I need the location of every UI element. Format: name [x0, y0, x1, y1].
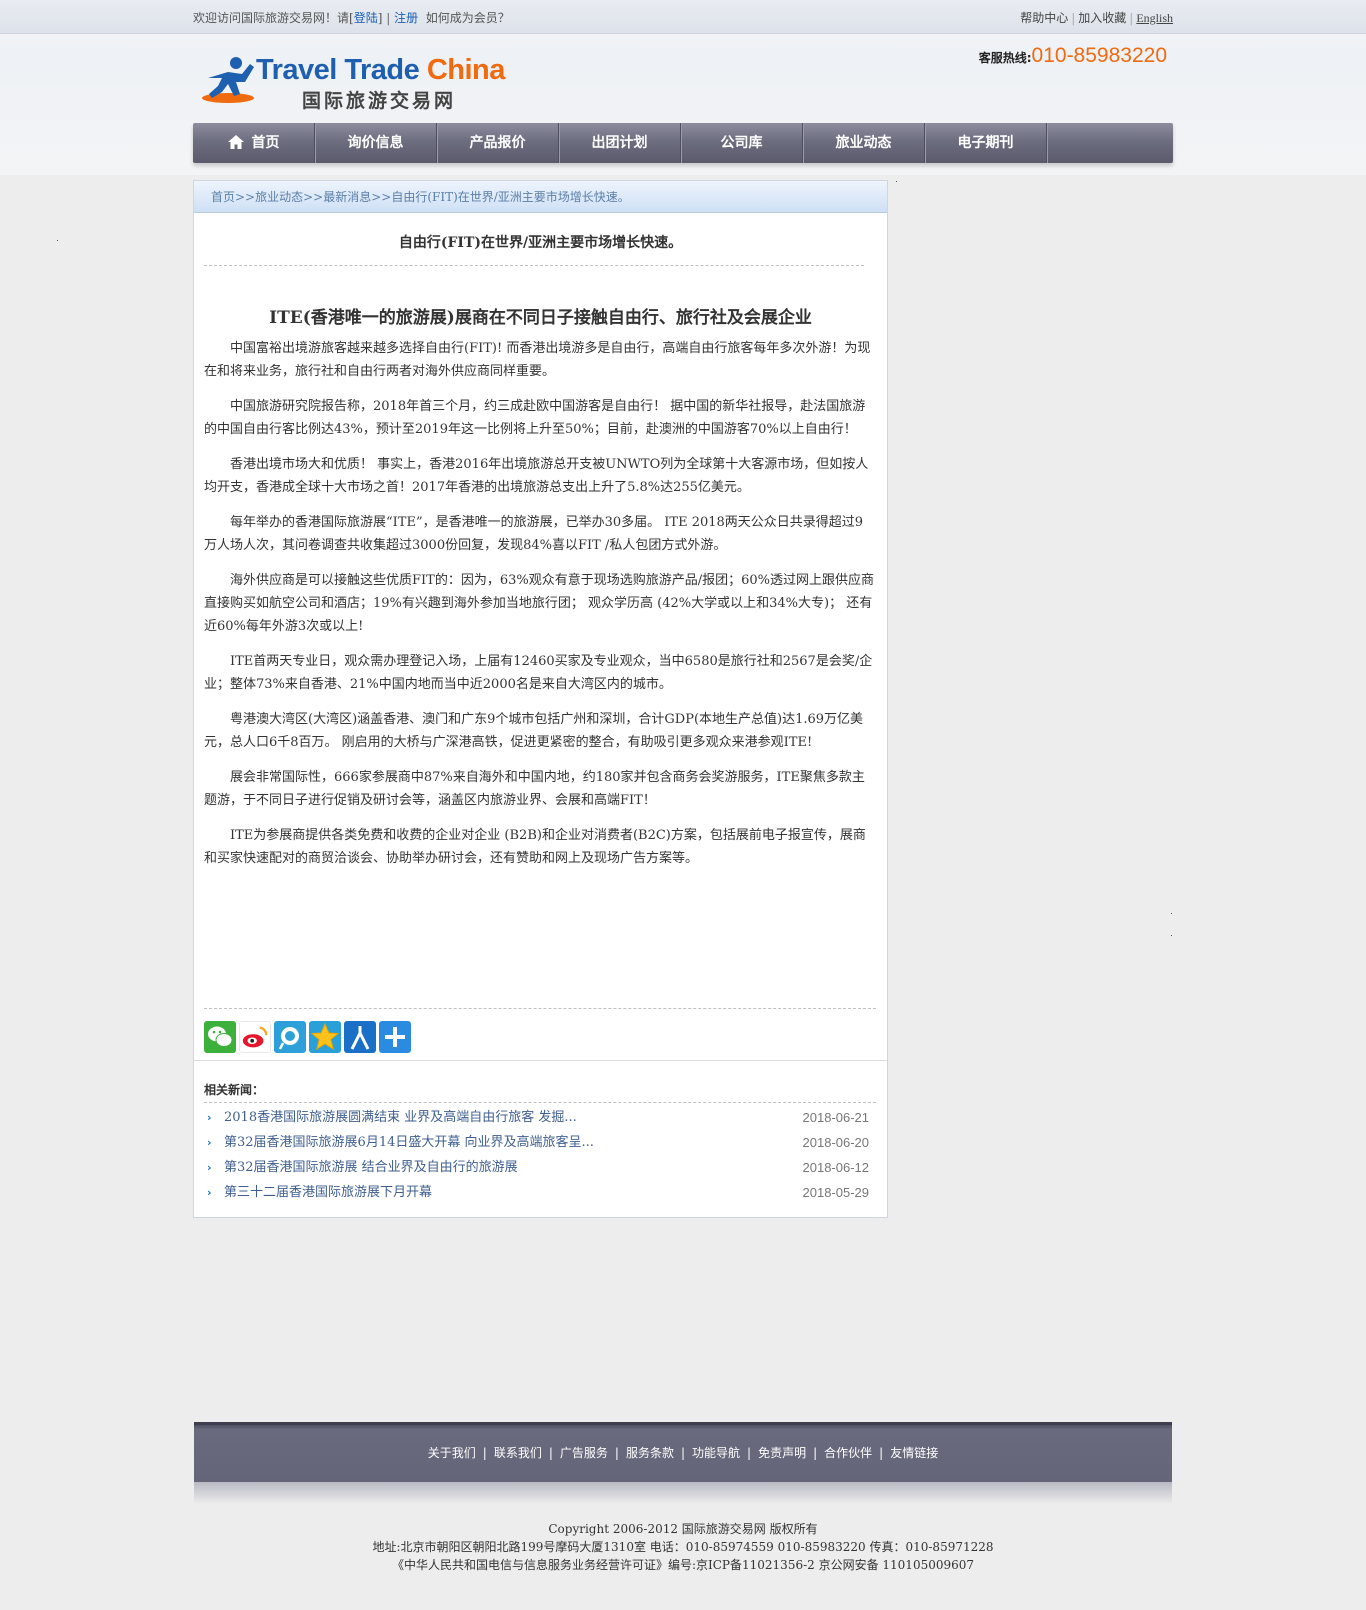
nav-tours[interactable]: 出团计划	[559, 123, 682, 163]
paragraph: 中国富裕出境游旅客越来越多选择自由行(FIT)! 而香港出境游多是自由行，高端自…	[204, 341, 871, 379]
breadcrumb[interactable]: 首页>>旅业动态>>最新消息>>自由行(FIT)在世界/亚洲主要市场增长快速。	[194, 181, 887, 213]
nav-home[interactable]: 首页	[193, 123, 316, 163]
footer-shadow	[194, 1482, 1172, 1504]
weibo-icon[interactable]	[239, 1021, 271, 1053]
list-item[interactable]: › 2018香港国际旅游展圆满结束 业界及高端自由行旅客 发掘... 2018-…	[204, 1105, 869, 1130]
footer-link-friends[interactable]: 友情链接	[890, 1446, 938, 1460]
footer-link-about[interactable]: 关于我们	[428, 1446, 476, 1460]
top-right-links: 帮助中心 | 加入收藏 | English	[1020, 9, 1173, 26]
nav-ejournal[interactable]: 电子期刊	[925, 123, 1048, 163]
divider	[204, 1102, 876, 1103]
site-logo[interactable]: Travel Trade China 国际旅游交易网	[198, 52, 505, 112]
separator: |	[548, 1446, 553, 1460]
welcome-text: 欢迎访问国际旅游交易网！请[登陆] | 注册 如何成为会员？	[193, 9, 510, 26]
separator: |	[1129, 11, 1134, 25]
english-link[interactable]: English	[1136, 11, 1173, 25]
list-item[interactable]: › 第32届香港国际旅游展 结合业界及自由行的旅游展 2018-06-12	[204, 1155, 869, 1180]
how-to-join-link[interactable]: 如何成为会员？	[426, 11, 510, 25]
footer-copyright: Copyright 2006-2012 国际旅游交易网 版权所有 地址:北京市朝…	[0, 1520, 1366, 1574]
news-date: 2018-05-29	[802, 1185, 870, 1200]
article-subtitle: ITE(香港唯一的旅游展)展商在不同日子接触自由行、旅行社及会展企业	[269, 308, 812, 328]
paragraph: ITE首两天专业日，观众需办理登记入场，上届有12460买家及专业观众，当中65…	[204, 654, 873, 692]
article-body: 中国富裕出境游旅客越来越多选择自由行(FIT)! 而香港出境游多是自由行，高端自…	[204, 337, 874, 882]
stray-dot	[896, 181, 897, 182]
brand-chinese: 国际旅游交易网	[302, 90, 457, 112]
related-news-heading: 相关新闻：	[204, 1083, 265, 1097]
nav-products[interactable]: 产品报价	[437, 123, 560, 163]
help-center-link[interactable]: 帮助中心	[1020, 11, 1068, 25]
hotline-number: 010-85983220	[1031, 44, 1167, 67]
paragraph: 海外供应商是可以接触这些优质FIT的：因为，63%观众有意于现场选购旅游产品/报…	[204, 573, 874, 634]
top-bar: 欢迎访问国际旅游交易网！请[登陆] | 注册 如何成为会员？ 帮助中心 | 加入收藏…	[0, 0, 1366, 34]
qzone-icon[interactable]	[309, 1021, 341, 1053]
login-link[interactable]: 登陆	[354, 11, 378, 25]
separator: |	[747, 1446, 752, 1460]
separator: |	[879, 1446, 884, 1460]
chevron-right-icon: ›	[207, 1136, 212, 1149]
footer-link-contact[interactable]: 联系我们	[494, 1446, 542, 1460]
chevron-right-icon: ›	[207, 1111, 212, 1124]
nav-companies[interactable]: 公司库	[681, 123, 804, 163]
article-panel: 首页>>旅业动态>>最新消息>>自由行(FIT)在世界/亚洲主要市场增长快速。 …	[193, 180, 888, 1218]
separator: |	[680, 1446, 686, 1460]
tencent-weibo-icon[interactable]	[274, 1021, 306, 1053]
paragraph: 每年举办的香港国际旅游展“ITE”，是香港唯一的旅游展，已举办30多届。 ITE…	[204, 515, 864, 553]
news-title[interactable]: 第三十二届香港国际旅游展下月开幕	[224, 1180, 432, 1205]
separator: |	[614, 1446, 619, 1460]
news-title[interactable]: 第32届香港国际旅游展6月14日盛大开幕 向业界及高端旅客呈...	[224, 1130, 594, 1155]
renren-icon[interactable]	[344, 1021, 376, 1053]
chevron-right-icon: ›	[207, 1161, 212, 1174]
news-title[interactable]: 2018香港国际旅游展圆满结束 业界及高端自由行旅客 发掘...	[224, 1105, 577, 1130]
stray-dot	[57, 240, 58, 241]
news-date: 2018-06-21	[802, 1110, 870, 1125]
footer-nav: 关于我们 | 联系我们 | 广告服务 | 服务条款 | 功能导航 | 免责声明 | 合作伙伴 | 友情链接	[194, 1422, 1172, 1482]
stray-dot	[1171, 935, 1172, 936]
runner-logo-icon	[202, 57, 254, 103]
separator: |	[813, 1446, 818, 1460]
separator: |	[1071, 11, 1076, 25]
paragraph: 展会非常国际性，666家参展商中87%来自海外和中国内地，约180家并包含商务会…	[204, 770, 865, 808]
separator: |	[482, 1446, 487, 1460]
nav-inquiry[interactable]: 询价信息	[315, 123, 438, 163]
home-icon	[227, 135, 244, 149]
paragraph: 香港出境市场大和优质！ 事实上，香港2016年出境旅游总开支被UNWTO列为全球…	[204, 457, 869, 495]
footer-link-ads[interactable]: 广告服务	[560, 1446, 608, 1460]
footer-link-partners[interactable]: 合作伙伴	[824, 1446, 872, 1460]
divider	[204, 1008, 876, 1009]
related-news-list: › 2018香港国际旅游展圆满结束 业界及高端自由行旅客 发掘... 2018-…	[204, 1105, 869, 1205]
stray-dot	[1171, 913, 1172, 914]
news-date: 2018-06-20	[802, 1135, 870, 1150]
paragraph: ITE为参展商提供各类免费和收费的企业对企业 (B2B)和企业对消费者(B2C)…	[204, 828, 866, 866]
news-date: 2018-06-12	[802, 1160, 870, 1175]
main-nav: 首页 询价信息 产品报价 出团计划 公司库 旅业动态 电子期刊	[193, 123, 1173, 163]
welcome-prefix: 欢迎访问国际旅游交易网！请[	[193, 11, 354, 25]
footer-link-disclaimer[interactable]: 免责声明	[758, 1446, 806, 1460]
list-item[interactable]: › 第32届香港国际旅游展6月14日盛大开幕 向业界及高端旅客呈... 2018…	[204, 1130, 869, 1155]
register-link[interactable]: 注册	[394, 11, 418, 25]
divider	[204, 265, 864, 266]
separator: |	[386, 11, 391, 25]
article-title: 自由行(FIT)在世界/亚洲主要市场增长快速。	[398, 235, 683, 251]
address-line: 地址:北京市朝阳区朝阳北路199号摩码大厦1310室 电话：010-859745…	[372, 1540, 994, 1554]
news-title[interactable]: 第32届香港国际旅游展 结合业界及自由行的旅游展	[224, 1155, 518, 1180]
wechat-icon[interactable]	[204, 1021, 236, 1053]
list-item[interactable]: › 第三十二届香港国际旅游展下月开幕 2018-05-29	[204, 1180, 869, 1205]
add-favorite-link[interactable]: 加入收藏	[1078, 11, 1126, 25]
brand-english: Travel Trade China	[256, 54, 505, 86]
footer-link-terms[interactable]: 服务条款	[626, 1446, 674, 1460]
divider	[194, 1060, 887, 1061]
paragraph: 粤港澳大湾区(大湾区)涵盖香港、澳门和广东9个城市包括广州和深圳，合计GDP(本…	[204, 712, 864, 750]
bracket-close: ]	[377, 11, 383, 25]
license-line: 《中华人民共和国电信与信息服务业务经营许可证》编号:京ICP备11021356-…	[391, 1558, 975, 1572]
paragraph: 中国旅游研究院报告称，2018年首三个月，约三成赴欧中国游客是自由行！ 据中国的…	[204, 399, 866, 437]
share-bar	[204, 1021, 414, 1055]
footer-links: 关于我们 | 联系我们 | 广告服务 | 服务条款 | 功能导航 | 免责声明 | 合作伙伴 | 友情链接	[194, 1425, 1172, 1481]
more-share-icon[interactable]	[379, 1021, 411, 1053]
chevron-right-icon: ›	[207, 1186, 212, 1199]
copyright-line: Copyright 2006-2012 国际旅游交易网 版权所有	[548, 1522, 818, 1536]
hotline: 客服热线:010-85983220	[979, 44, 1167, 68]
footer-link-sitemap[interactable]: 功能导航	[692, 1446, 740, 1460]
nav-industry-news[interactable]: 旅业动态	[803, 123, 926, 163]
hotline-label: 客服热线:	[978, 51, 1032, 65]
